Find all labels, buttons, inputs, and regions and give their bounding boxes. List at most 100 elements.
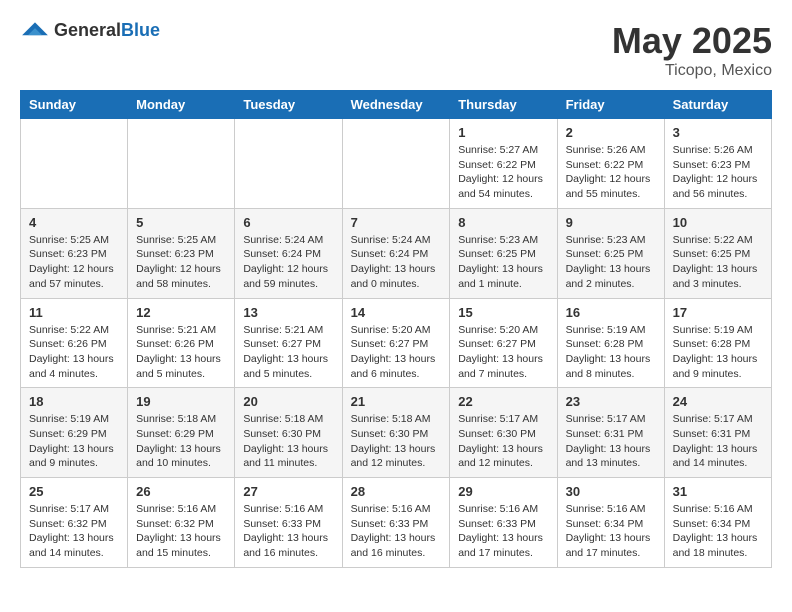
- day-cell: 28Sunrise: 5:16 AM Sunset: 6:33 PM Dayli…: [342, 478, 450, 568]
- day-info: Sunrise: 5:16 AM Sunset: 6:33 PM Dayligh…: [458, 502, 548, 561]
- day-info: Sunrise: 5:17 AM Sunset: 6:31 PM Dayligh…: [566, 412, 656, 471]
- day-number: 21: [351, 394, 442, 409]
- month-title: May 2025: [612, 20, 772, 62]
- day-info: Sunrise: 5:17 AM Sunset: 6:31 PM Dayligh…: [673, 412, 763, 471]
- day-number: 12: [136, 305, 226, 320]
- day-info: Sunrise: 5:18 AM Sunset: 6:30 PM Dayligh…: [351, 412, 442, 471]
- day-cell: 6Sunrise: 5:24 AM Sunset: 6:24 PM Daylig…: [235, 208, 342, 298]
- day-info: Sunrise: 5:25 AM Sunset: 6:23 PM Dayligh…: [29, 233, 119, 292]
- day-cell: 27Sunrise: 5:16 AM Sunset: 6:33 PM Dayli…: [235, 478, 342, 568]
- day-info: Sunrise: 5:19 AM Sunset: 6:28 PM Dayligh…: [566, 323, 656, 382]
- day-number: 16: [566, 305, 656, 320]
- day-number: 27: [243, 484, 333, 499]
- day-cell: 15Sunrise: 5:20 AM Sunset: 6:27 PM Dayli…: [450, 298, 557, 388]
- day-info: Sunrise: 5:26 AM Sunset: 6:22 PM Dayligh…: [566, 143, 656, 202]
- day-number: 19: [136, 394, 226, 409]
- day-number: 25: [29, 484, 119, 499]
- day-cell: 21 Sunrise: 5:18 AM Sunset: 6:30 PM Dayli…: [342, 388, 450, 478]
- day-info: Sunrise: 5:18 AM Sunset: 6:29 PM Dayligh…: [136, 412, 226, 471]
- day-number: 24: [673, 394, 763, 409]
- day-info: Sunrise: 5:23 AM Sunset: 6:25 PM Dayligh…: [566, 233, 656, 292]
- week-row-5: 25 Sunrise: 5:17 AM Sunset: 6:32 PM Dayli…: [21, 478, 772, 568]
- day-info: Sunrise: 5:16 AM Sunset: 6:34 PM Dayligh…: [566, 502, 656, 561]
- day-info: Sunrise: 5:20 AM Sunset: 6:27 PM Dayligh…: [351, 323, 442, 382]
- weekday-header-friday: Friday: [557, 91, 664, 119]
- day-cell: 13 Sunrise: 5:21 AM Sunset: 6:27 PM Dayli…: [235, 298, 342, 388]
- day-cell: 25 Sunrise: 5:17 AM Sunset: 6:32 PM Dayli…: [21, 478, 128, 568]
- day-number: 13: [243, 305, 333, 320]
- location-title: Ticopo, Mexico: [612, 62, 772, 80]
- day-info: Sunrise: 5:18 AM Sunset: 6:30 PM Dayligh…: [243, 412, 333, 471]
- day-cell: 4 Sunrise: 5:25 AM Sunset: 6:23 PM Daylig…: [21, 208, 128, 298]
- week-row-4: 18 Sunrise: 5:19 AM Sunset: 6:29 PM Dayli…: [21, 388, 772, 478]
- week-row-2: 4 Sunrise: 5:25 AM Sunset: 6:23 PM Daylig…: [21, 208, 772, 298]
- day-cell: 22 Sunrise: 5:17 AM Sunset: 6:30 PM Dayli…: [450, 388, 557, 478]
- logo-text: GeneralBlue: [54, 20, 160, 41]
- day-number: 29: [458, 484, 548, 499]
- day-cell: 8 Sunrise: 5:23 AM Sunset: 6:25 PM Daylig…: [450, 208, 557, 298]
- day-number: 22: [458, 394, 548, 409]
- logo-general: General: [54, 20, 121, 40]
- day-cell: 2 Sunrise: 5:26 AM Sunset: 6:22 PM Daylig…: [557, 119, 664, 209]
- day-cell: 12 Sunrise: 5:21 AM Sunset: 6:26 PM Dayli…: [128, 298, 235, 388]
- day-info: Sunrise: 5:21 AM Sunset: 6:27 PM Dayligh…: [243, 323, 333, 382]
- day-number: 4: [29, 215, 119, 230]
- day-number: 8: [458, 215, 548, 230]
- week-row-1: 1Sunrise: 5:27 AM Sunset: 6:22 PM Daylig…: [21, 119, 772, 209]
- day-info: Sunrise: 5:27 AM Sunset: 6:22 PM Dayligh…: [458, 143, 548, 202]
- day-number: 7: [351, 215, 442, 230]
- day-cell: 26Sunrise: 5:16 AM Sunset: 6:32 PM Dayli…: [128, 478, 235, 568]
- page-header: GeneralBlue May 2025 Ticopo, Mexico: [20, 20, 772, 80]
- day-info: Sunrise: 5:17 AM Sunset: 6:32 PM Dayligh…: [29, 502, 119, 561]
- day-info: Sunrise: 5:24 AM Sunset: 6:24 PM Dayligh…: [351, 233, 442, 292]
- day-info: Sunrise: 5:20 AM Sunset: 6:27 PM Dayligh…: [458, 323, 548, 382]
- calendar-table: SundayMondayTuesdayWednesdayThursdayFrid…: [20, 90, 772, 568]
- day-cell: 31Sunrise: 5:16 AM Sunset: 6:34 PM Dayli…: [664, 478, 771, 568]
- logo-blue: Blue: [121, 20, 160, 40]
- day-cell: 30 Sunrise: 5:16 AM Sunset: 6:34 PM Dayli…: [557, 478, 664, 568]
- day-number: 17: [673, 305, 763, 320]
- day-info: Sunrise: 5:16 AM Sunset: 6:34 PM Dayligh…: [673, 502, 763, 561]
- day-cell: 5Sunrise: 5:25 AM Sunset: 6:23 PM Daylig…: [128, 208, 235, 298]
- day-cell: 1Sunrise: 5:27 AM Sunset: 6:22 PM Daylig…: [450, 119, 557, 209]
- day-number: 2: [566, 125, 656, 140]
- day-number: 30: [566, 484, 656, 499]
- logo-icon: [20, 21, 50, 41]
- day-cell: 20Sunrise: 5:18 AM Sunset: 6:30 PM Dayli…: [235, 388, 342, 478]
- day-cell: 7 Sunrise: 5:24 AM Sunset: 6:24 PM Daylig…: [342, 208, 450, 298]
- day-cell: [21, 119, 128, 209]
- day-cell: 29 Sunrise: 5:16 AM Sunset: 6:33 PM Dayli…: [450, 478, 557, 568]
- day-number: 5: [136, 215, 226, 230]
- weekday-header-sunday: Sunday: [21, 91, 128, 119]
- day-info: Sunrise: 5:22 AM Sunset: 6:25 PM Dayligh…: [673, 233, 763, 292]
- weekday-header-row: SundayMondayTuesdayWednesdayThursdayFrid…: [21, 91, 772, 119]
- weekday-header-thursday: Thursday: [450, 91, 557, 119]
- day-info: Sunrise: 5:19 AM Sunset: 6:29 PM Dayligh…: [29, 412, 119, 471]
- day-number: 6: [243, 215, 333, 230]
- day-info: Sunrise: 5:17 AM Sunset: 6:30 PM Dayligh…: [458, 412, 548, 471]
- weekday-header-tuesday: Tuesday: [235, 91, 342, 119]
- day-info: Sunrise: 5:21 AM Sunset: 6:26 PM Dayligh…: [136, 323, 226, 382]
- day-info: Sunrise: 5:16 AM Sunset: 6:32 PM Dayligh…: [136, 502, 226, 561]
- week-row-3: 11Sunrise: 5:22 AM Sunset: 6:26 PM Dayli…: [21, 298, 772, 388]
- day-cell: 17Sunrise: 5:19 AM Sunset: 6:28 PM Dayli…: [664, 298, 771, 388]
- day-number: 14: [351, 305, 442, 320]
- logo: GeneralBlue: [20, 20, 160, 41]
- day-cell: 18 Sunrise: 5:19 AM Sunset: 6:29 PM Dayli…: [21, 388, 128, 478]
- day-cell: 24 Sunrise: 5:17 AM Sunset: 6:31 PM Dayli…: [664, 388, 771, 478]
- day-cell: 16 Sunrise: 5:19 AM Sunset: 6:28 PM Dayli…: [557, 298, 664, 388]
- day-cell: 10 Sunrise: 5:22 AM Sunset: 6:25 PM Dayli…: [664, 208, 771, 298]
- weekday-header-saturday: Saturday: [664, 91, 771, 119]
- day-number: 10: [673, 215, 763, 230]
- day-number: 18: [29, 394, 119, 409]
- day-number: 23: [566, 394, 656, 409]
- day-info: Sunrise: 5:16 AM Sunset: 6:33 PM Dayligh…: [351, 502, 442, 561]
- day-number: 9: [566, 215, 656, 230]
- day-info: Sunrise: 5:22 AM Sunset: 6:26 PM Dayligh…: [29, 323, 119, 382]
- day-info: Sunrise: 5:23 AM Sunset: 6:25 PM Dayligh…: [458, 233, 548, 292]
- day-cell: 9 Sunrise: 5:23 AM Sunset: 6:25 PM Daylig…: [557, 208, 664, 298]
- day-cell: [235, 119, 342, 209]
- day-number: 3: [673, 125, 763, 140]
- weekday-header-monday: Monday: [128, 91, 235, 119]
- day-info: Sunrise: 5:26 AM Sunset: 6:23 PM Dayligh…: [673, 143, 763, 202]
